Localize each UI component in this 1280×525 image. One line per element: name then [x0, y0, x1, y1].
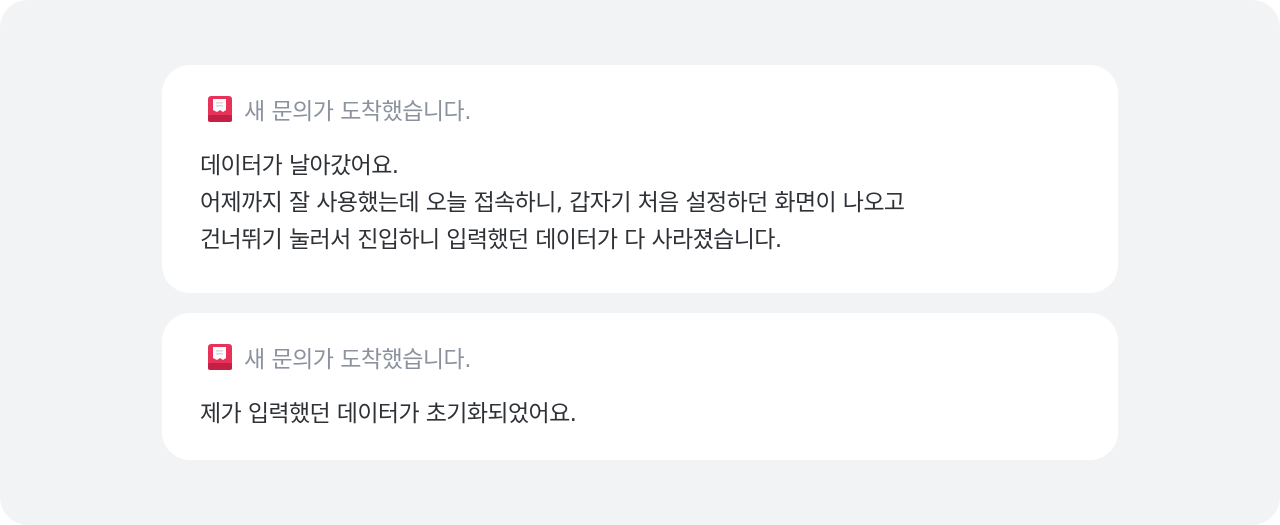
message-line: 건너뛰기 눌러서 진입하니 입력했던 데이터가 다 사라졌습니다.: [200, 227, 782, 253]
receipt-icon: [208, 343, 232, 371]
message-body: 제가 입력했던 데이터가 초기화되었어요.: [200, 396, 577, 433]
inquiry-card[interactable]: 새 문의가 도착했습니다. 제가 입력했던 데이터가 초기화되었어요.: [162, 313, 1118, 460]
notification-panel: 새 문의가 도착했습니다. 데이터가 날아갔어요. 어제까지 잘 사용했는데 오…: [0, 0, 1280, 525]
message-line: 제가 입력했던 데이터가 초기화되었어요.: [200, 401, 577, 427]
receipt-icon: [208, 95, 232, 123]
card-header-text: 새 문의가 도착했습니다.: [244, 347, 472, 373]
card-header: 새 문의가 도착했습니다.: [208, 343, 472, 373]
message-line: 데이터가 날아갔어요.: [200, 153, 399, 179]
inquiry-card[interactable]: 새 문의가 도착했습니다. 데이터가 날아갔어요. 어제까지 잘 사용했는데 오…: [162, 65, 1118, 293]
card-header: 새 문의가 도착했습니다.: [208, 95, 472, 125]
message-line: 어제까지 잘 사용했는데 오늘 접속하니, 갑자기 처음 설정하던 화면이 나오…: [200, 190, 905, 216]
message-body: 데이터가 날아갔어요. 어제까지 잘 사용했는데 오늘 접속하니, 갑자기 처음…: [200, 148, 905, 259]
card-header-text: 새 문의가 도착했습니다.: [244, 99, 472, 125]
